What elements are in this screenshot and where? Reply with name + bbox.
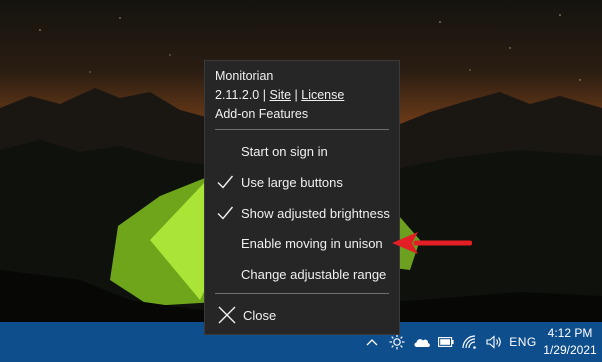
close-menu-item[interactable]: Close — [205, 300, 399, 330]
red-arrow-annotation — [392, 232, 472, 254]
version-line: 2.11.2.0 | Site | License — [215, 86, 344, 105]
menu-item-label: Enable moving in unison — [241, 235, 383, 251]
menu-item-label: Use large buttons — [241, 174, 343, 190]
menu-item-use-large-buttons[interactable]: Use large buttons — [205, 167, 399, 197]
menu-item-label: Change adjustable range — [241, 266, 387, 282]
wifi-icon[interactable] — [458, 322, 482, 362]
volume-icon[interactable] — [482, 322, 506, 362]
monitorian-context-menu: Monitorian 2.11.2.0 | Site | License Add… — [205, 61, 399, 334]
menu-item-label: Start on sign in — [241, 143, 328, 159]
link-separator: | — [294, 88, 298, 102]
close-icon — [218, 306, 236, 324]
menu-item-enable-moving-in-unison[interactable]: Enable moving in unison — [205, 228, 399, 258]
onedrive-cloud-icon[interactable] — [410, 322, 434, 362]
menu-header: Monitorian 2.11.2.0 | Site | License Add… — [215, 67, 344, 124]
checkmark-icon — [217, 175, 234, 189]
clock-date: 1/29/2021 — [543, 343, 597, 357]
license-link[interactable]: License — [301, 88, 344, 102]
menu-item-change-adjustable-range[interactable]: Change adjustable range — [205, 259, 399, 289]
menu-separator — [215, 129, 389, 130]
close-label: Close — [243, 307, 277, 323]
taskbar-clock[interactable]: 4:12 PM 1/29/2021 — [540, 322, 600, 362]
clock-time: 4:12 PM — [547, 326, 593, 340]
checkmark-icon — [217, 206, 234, 220]
app-name: Monitorian — [215, 69, 274, 83]
site-link[interactable]: Site — [269, 88, 291, 102]
menu-item-start-on-sign-in[interactable]: Start on sign in — [205, 136, 399, 166]
menu-item-show-adjusted-brightness[interactable]: Show adjusted brightness — [205, 198, 399, 228]
language-indicator[interactable]: ENG — [507, 322, 539, 362]
link-separator: | — [262, 88, 266, 102]
addon-features-item[interactable]: Add-on Features — [215, 105, 344, 124]
battery-icon[interactable] — [434, 322, 458, 362]
menu-item-label: Show adjusted brightness — [241, 205, 390, 221]
version-number: 2.11.2.0 — [215, 88, 260, 102]
menu-separator — [215, 293, 389, 294]
